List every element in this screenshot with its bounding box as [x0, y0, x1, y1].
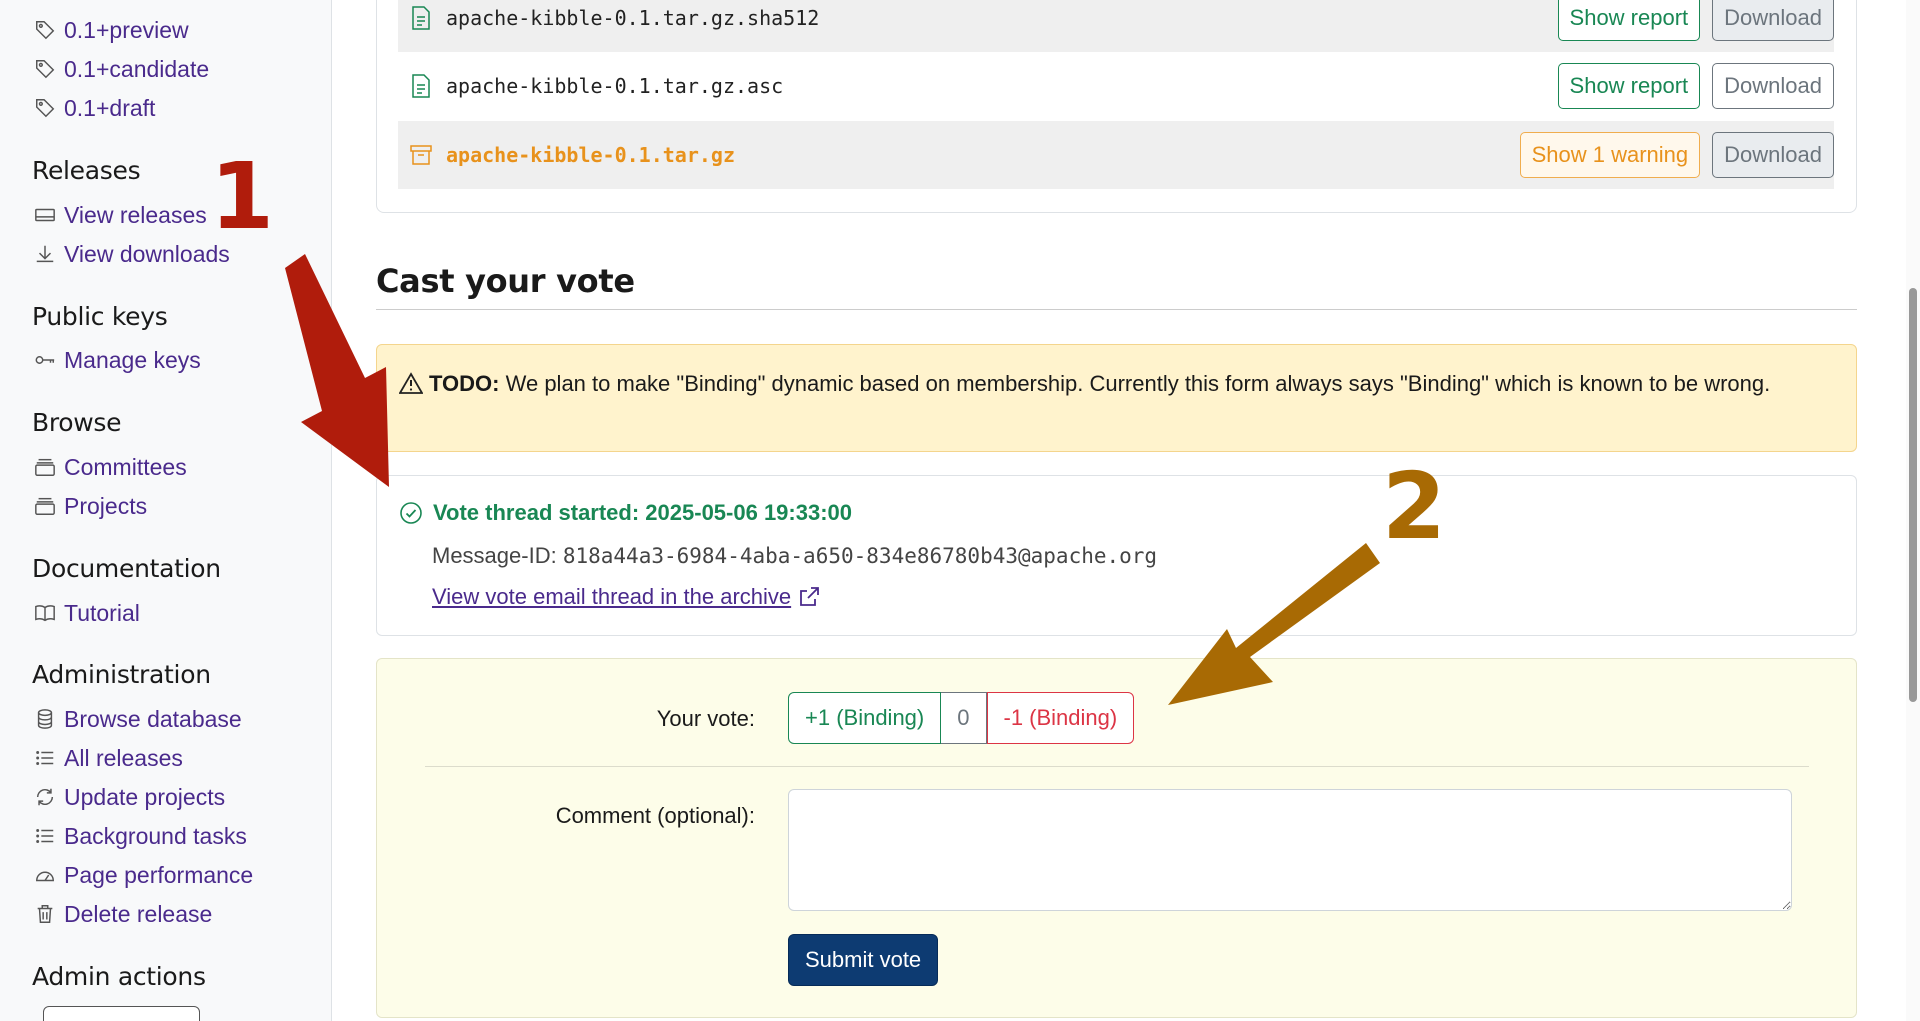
collection-icon — [32, 493, 58, 519]
submit-vote-button[interactable]: Submit vote — [788, 934, 939, 986]
sidebar-item-tag-preview[interactable]: 0.1+preview — [32, 14, 189, 46]
annotation-number-1: 1 — [210, 143, 275, 250]
refresh-icon — [32, 784, 58, 810]
key-icon — [32, 347, 58, 373]
cast-vote-heading: Cast your vote — [376, 262, 635, 300]
file-row: apache-kibble-0.1.tar.gz.sha512 Show rep… — [398, 0, 1834, 52]
list-icon — [32, 823, 58, 849]
sidebar-heading-releases: Releases — [32, 156, 141, 185]
sidebar-heading-administration: Administration — [32, 660, 211, 689]
annotation-number-2: 2 — [1382, 453, 1447, 560]
file-row: apache-kibble-0.1.tar.gz.asc Show report… — [398, 52, 1834, 120]
vote-thread-card: Vote thread started: 2025-05-06 19:33:00… — [376, 475, 1857, 636]
message-id-label: Message-ID: — [432, 543, 557, 568]
download-button[interactable]: Download — [1712, 63, 1834, 109]
download-button[interactable]: Download — [1712, 132, 1834, 178]
sidebar-item-label: Page performance — [64, 861, 254, 888]
sidebar-item-tutorial[interactable]: Tutorial — [32, 597, 140, 629]
message-id-value: 818a44a3-6984-4aba-a650-834e86780b43@apa… — [562, 544, 1158, 568]
book-icon — [32, 600, 58, 626]
sidebar-heading-public-keys: Public keys — [32, 302, 168, 331]
sidebar-item-label: Background tasks — [64, 822, 247, 849]
sidebar-item-delete-release[interactable]: Delete release — [32, 898, 212, 930]
comment-textarea[interactable] — [788, 789, 1792, 911]
sidebar-item-page-performance[interactable]: Page performance — [32, 859, 253, 891]
sidebar-item-label: Tutorial — [64, 599, 140, 626]
vote-thread-status: Vote thread started: 2025-05-06 19:33:00 — [399, 500, 852, 526]
sidebar-item-update-projects[interactable]: Update projects — [32, 781, 225, 813]
show-report-button[interactable]: Show report — [1557, 0, 1701, 41]
sidebar-item-label: View downloads — [64, 240, 230, 267]
admin-action-button[interactable] — [43, 1006, 200, 1021]
trash-icon — [32, 901, 58, 927]
sidebar-item-projects[interactable]: Projects — [32, 490, 147, 522]
sidebar-item-background-tasks[interactable]: Background tasks — [32, 820, 247, 852]
sidebar-heading-admin-actions: Admin actions — [32, 962, 206, 991]
todo-alert: TODO: We plan to make "Binding" dynamic … — [376, 344, 1857, 452]
sidebar-item-label: Manage keys — [64, 346, 201, 373]
file-text-icon — [412, 6, 430, 30]
sidebar-item-label: Projects — [64, 492, 148, 519]
sidebar-item-all-releases[interactable]: All releases — [32, 742, 183, 774]
sidebar-heading-documentation: Documentation — [32, 554, 221, 583]
scrollbar-thumb[interactable] — [1909, 288, 1917, 702]
sidebar-item-label: 0.1+preview — [64, 16, 189, 43]
vote-button-group: +1 (Binding) 0 -1 (Binding) — [788, 692, 1135, 744]
file-name[interactable]: apache-kibble-0.1.tar.gz.sha512 — [446, 6, 1546, 30]
file-name[interactable]: apache-kibble-0.1.tar.gz — [446, 143, 1508, 167]
show-report-button[interactable]: Show report — [1557, 63, 1701, 109]
sidebar-item-view-downloads[interactable]: View downloads — [32, 238, 230, 270]
sidebar-item-label: All releases — [64, 744, 183, 771]
your-vote-label: Your vote: — [656, 706, 755, 731]
sidebar-item-label: Update projects — [64, 783, 226, 810]
releases-icon — [32, 202, 58, 228]
sidebar-item-label: 0.1+draft — [64, 94, 156, 121]
todo-text: We plan to make "Binding" dynamic based … — [505, 371, 1771, 396]
archive-link-text[interactable]: View vote email thread in the archive — [432, 584, 791, 610]
file-row: apache-kibble-0.1.tar.gz Show 1 warning … — [398, 121, 1834, 189]
archive-link[interactable]: View vote email thread in the archive — [432, 584, 821, 610]
sidebar-item-label: Committees — [64, 453, 187, 480]
sidebar-item-label: 0.1+candidate — [64, 55, 210, 82]
tag-icon — [32, 95, 58, 121]
heading-divider — [376, 309, 1857, 310]
archive-icon — [410, 145, 432, 165]
vote-plus-one-button[interactable]: +1 (Binding) — [788, 692, 942, 744]
tag-icon — [32, 17, 58, 43]
check-circle-icon — [400, 502, 422, 524]
list-icon — [32, 745, 58, 771]
sidebar-heading-browse: Browse — [32, 408, 122, 437]
sidebar-item-label: View releases — [64, 201, 207, 228]
file-name[interactable]: apache-kibble-0.1.tar.gz.asc — [446, 74, 1546, 98]
comment-label: Comment (optional): — [555, 803, 755, 828]
sidebar-item-tag-draft[interactable]: 0.1+draft — [32, 92, 155, 124]
sidebar-item-committees[interactable]: Committees — [32, 451, 187, 483]
vote-thread-started-text: Vote thread started: 2025-05-06 19:33:00 — [433, 500, 853, 525]
database-icon — [32, 706, 58, 732]
speedometer-icon — [32, 862, 58, 888]
sidebar: 0.1+preview 0.1+candidate 0.1+draft Rele… — [0, 0, 332, 1021]
sidebar-item-label: Delete release — [64, 900, 213, 927]
collection-icon — [32, 454, 58, 480]
file-text-icon — [412, 74, 430, 98]
form-divider — [425, 766, 1809, 767]
todo-label: TODO: — [429, 371, 500, 396]
sidebar-item-label: Browse database — [64, 705, 242, 732]
show-warning-button[interactable]: Show 1 warning — [1519, 132, 1701, 178]
download-icon — [32, 241, 58, 267]
download-button[interactable]: Download — [1712, 0, 1834, 41]
vote-form: Your vote: +1 (Binding) 0 -1 (Binding) C… — [376, 658, 1857, 1018]
vote-zero-button[interactable]: 0 — [941, 692, 987, 744]
sidebar-item-tag-candidate[interactable]: 0.1+candidate — [32, 53, 209, 85]
warning-triangle-icon — [399, 372, 423, 394]
message-id-line: Message-ID: 818a44a3-6984-4aba-a650-834e… — [432, 543, 1157, 569]
sidebar-item-view-releases[interactable]: View releases — [32, 199, 207, 231]
sidebar-item-browse-database[interactable]: Browse database — [32, 703, 242, 735]
vote-minus-one-button[interactable]: -1 (Binding) — [986, 692, 1135, 744]
tag-icon — [32, 56, 58, 82]
sidebar-item-manage-keys[interactable]: Manage keys — [32, 344, 201, 376]
external-link-icon — [800, 587, 820, 606]
